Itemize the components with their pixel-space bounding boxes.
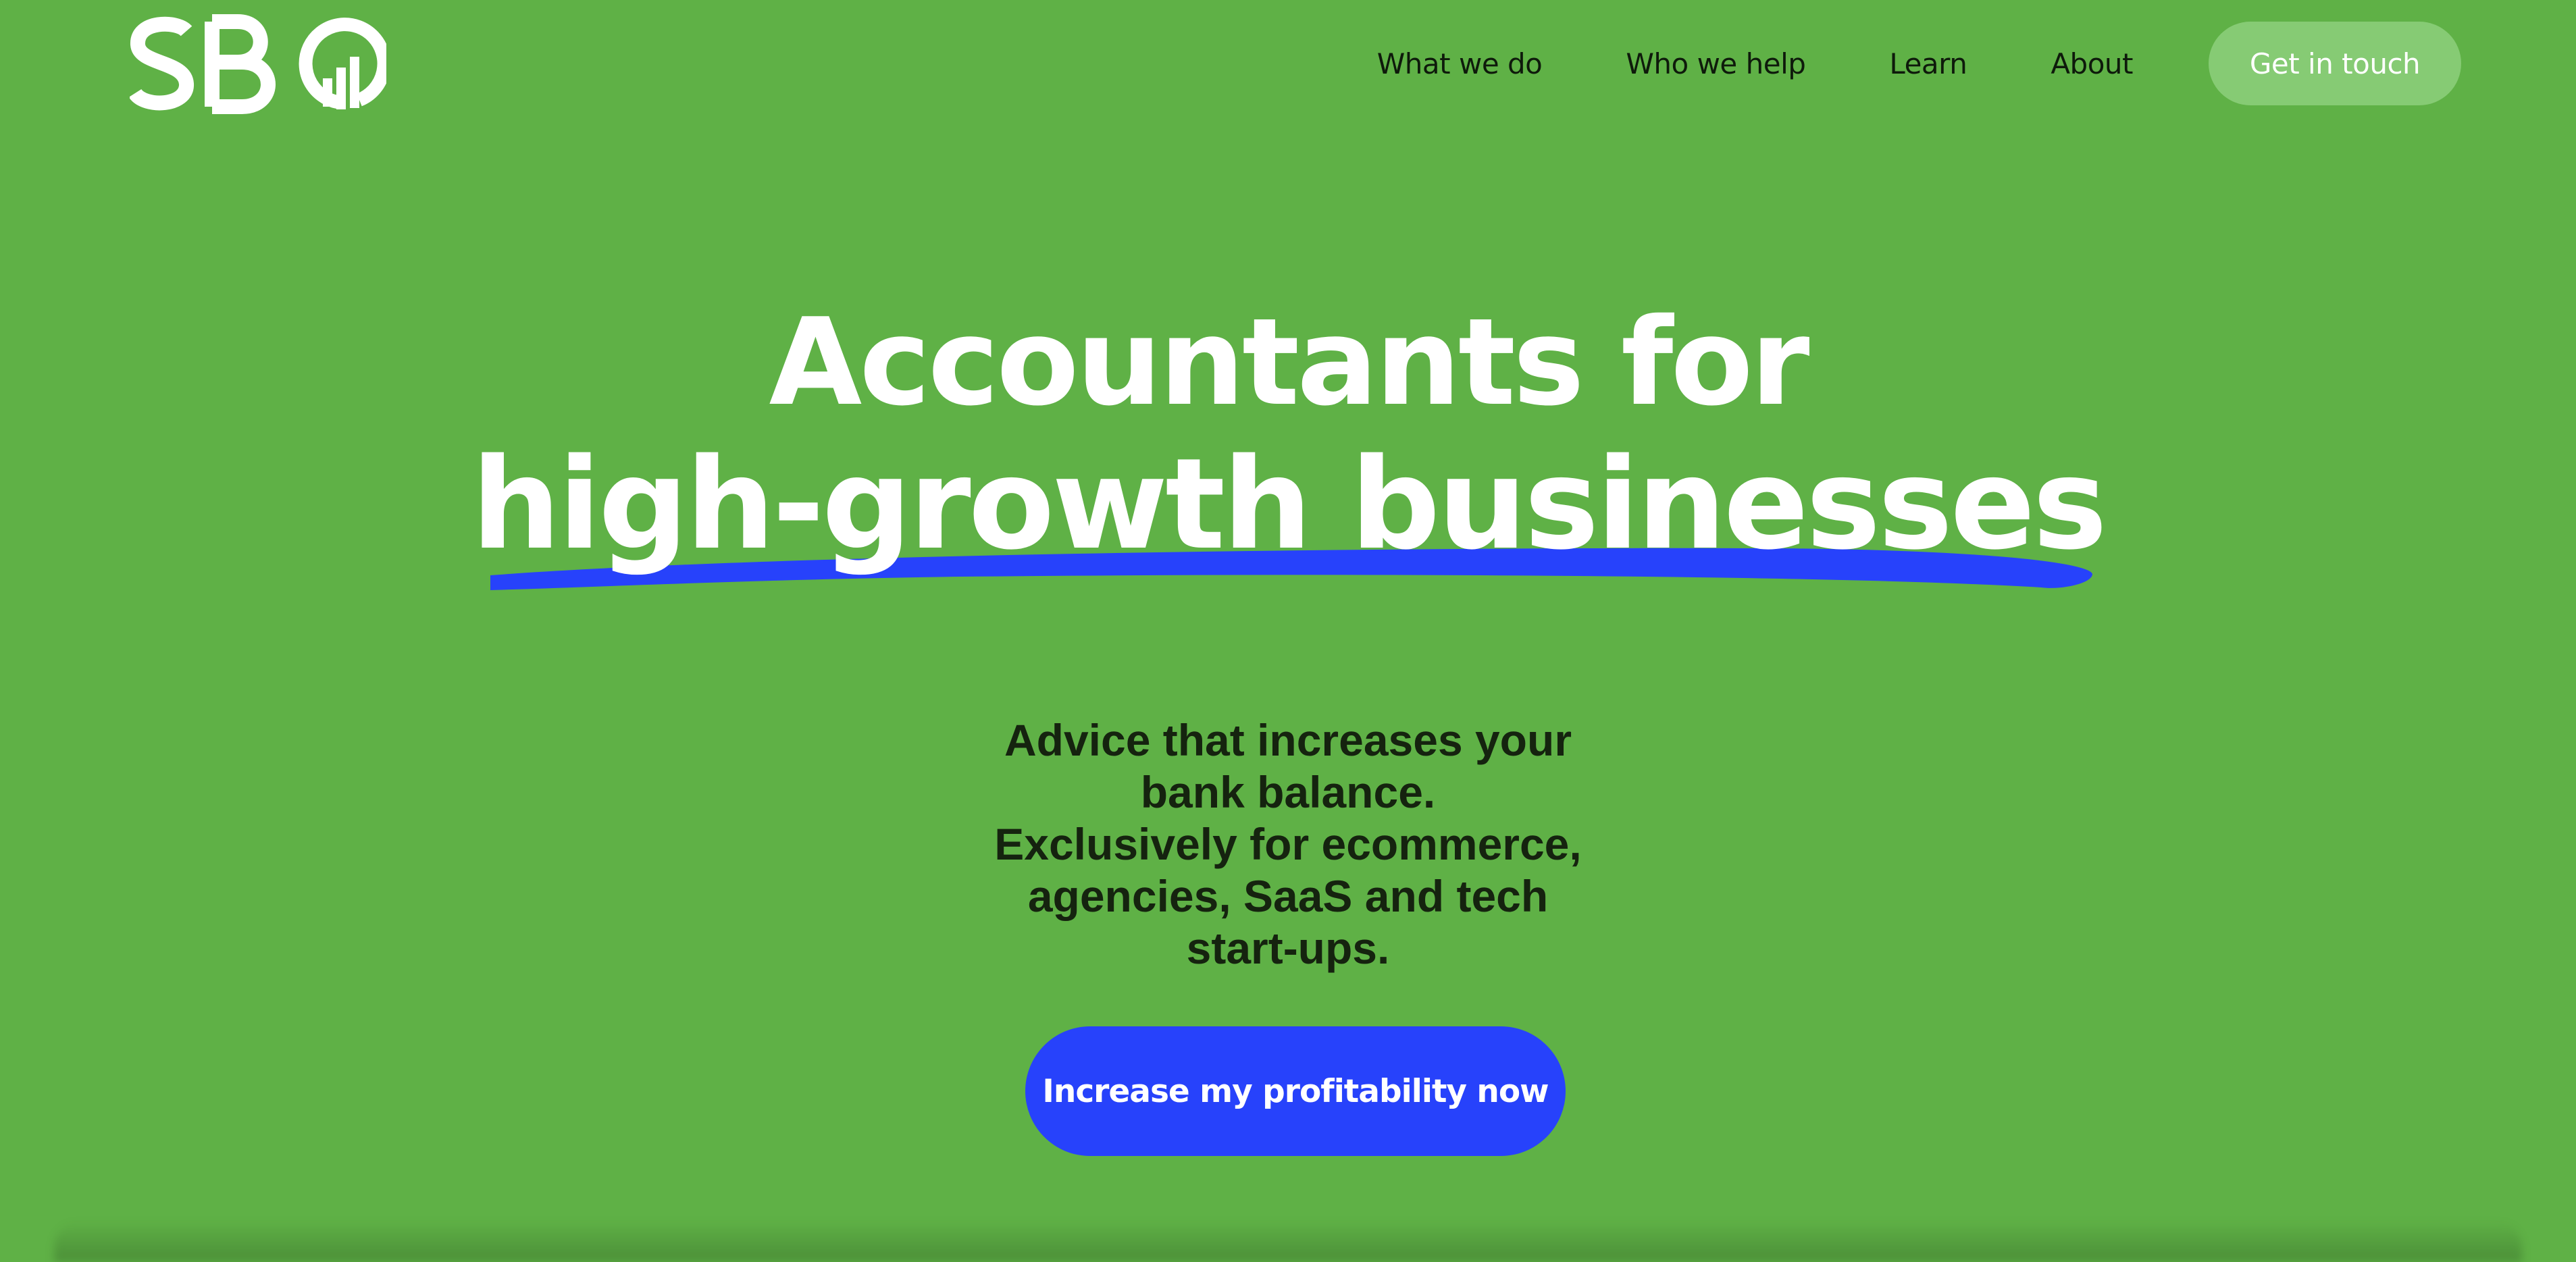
hero-headline-line2: high-growth businesses bbox=[471, 431, 2107, 577]
nav-item-what-we-do[interactable]: What we do bbox=[1377, 47, 1543, 80]
hero-subtitle-line: Exclusively for ecommerce, bbox=[994, 819, 1582, 869]
nav-item-who-we-help[interactable]: Who we help bbox=[1626, 47, 1806, 80]
hero-subtitle-line: bank balance. bbox=[1140, 767, 1436, 817]
nav-item-learn[interactable]: Learn bbox=[1889, 47, 1967, 80]
hero-subtitle: Advice that increases your bank balance.… bbox=[917, 714, 1659, 974]
get-in-touch-button[interactable]: Get in touch bbox=[2209, 22, 2461, 105]
main-nav: What we do Who we help Learn About Get i… bbox=[1377, 20, 2461, 107]
sbo-logo[interactable] bbox=[130, 14, 386, 115]
increase-profitability-button[interactable]: Increase my profitability now bbox=[1025, 1026, 1566, 1156]
page: What we do Who we help Learn About Get i… bbox=[0, 0, 2576, 1262]
hero-subtitle-line: Advice that increases your bbox=[1004, 715, 1572, 765]
hero-headline-line1: Accountants for bbox=[769, 292, 1810, 432]
section-shadow bbox=[54, 1221, 2522, 1262]
hero-subtitle-line: start-ups. bbox=[1186, 923, 1390, 973]
hero-subtitle-line: agencies, SaaS and tech bbox=[1027, 871, 1549, 921]
nav-item-about[interactable]: About bbox=[2051, 47, 2133, 80]
